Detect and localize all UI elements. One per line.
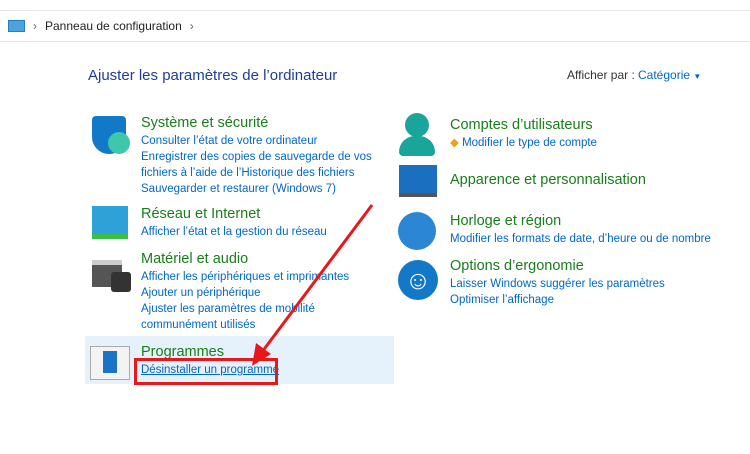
arrow-head [252, 343, 271, 366]
arrow-shaft [260, 204, 374, 353]
annotation-arrow [252, 204, 374, 366]
